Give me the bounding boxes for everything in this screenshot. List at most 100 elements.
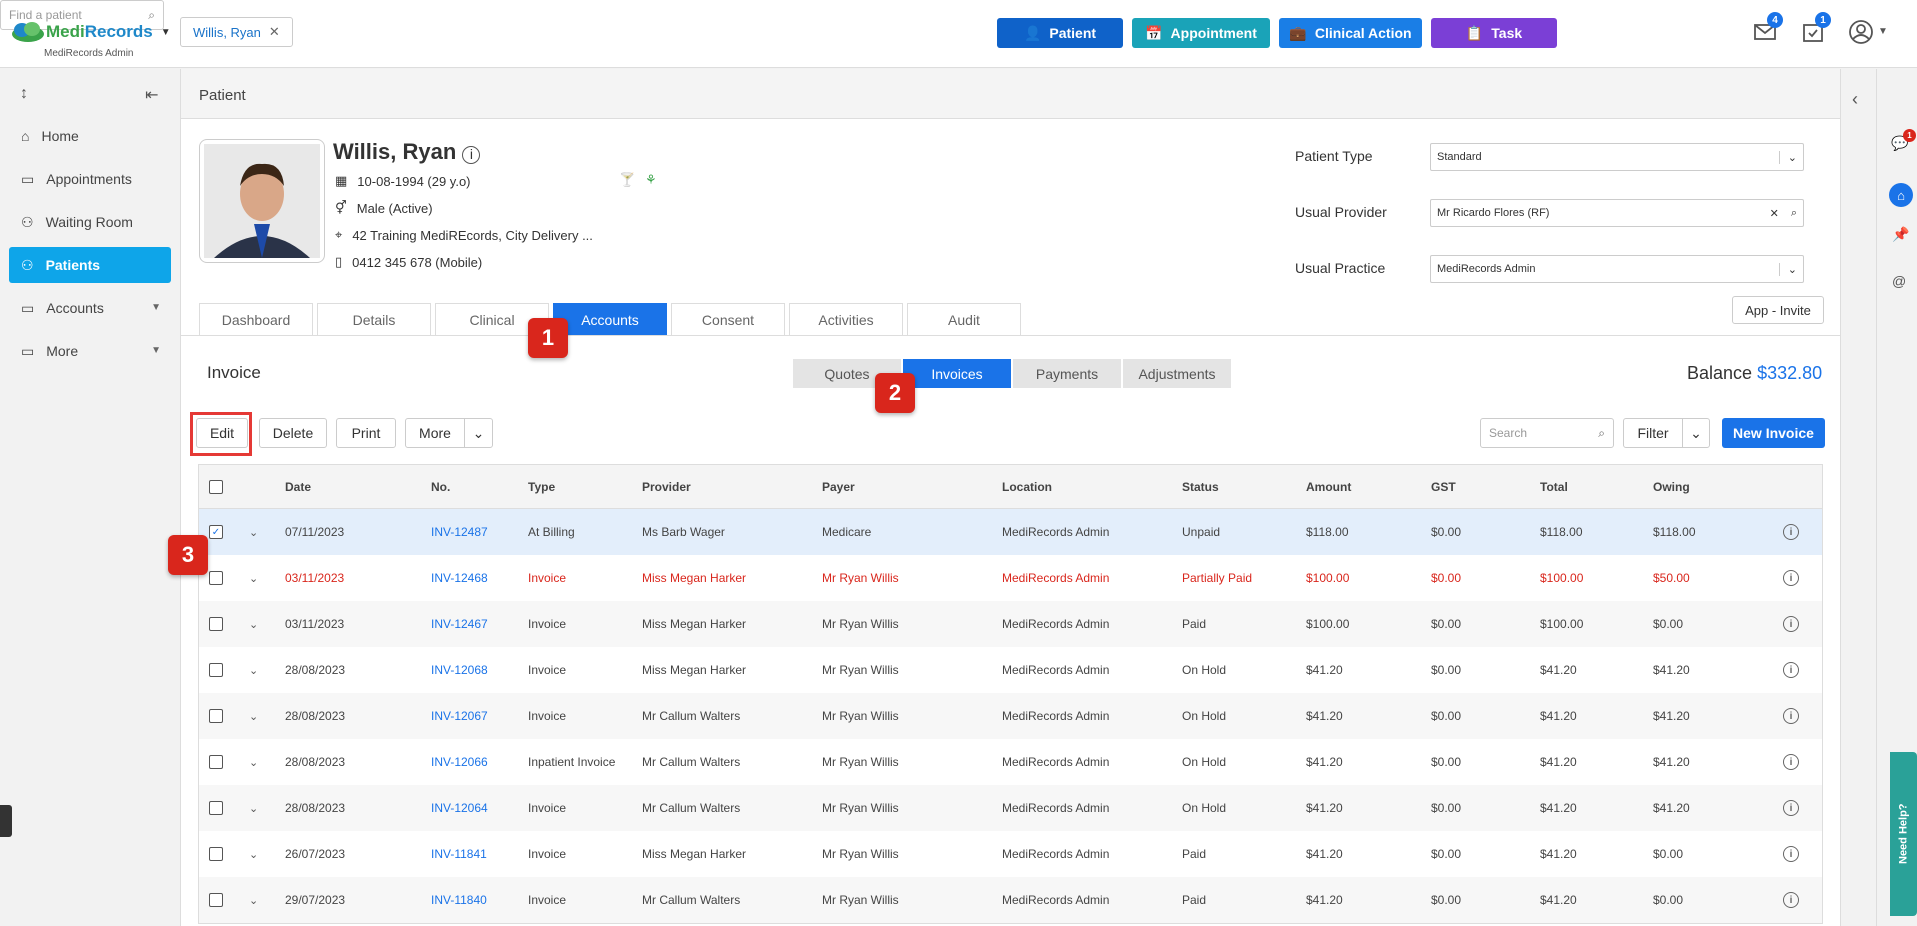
- tab-dashboard[interactable]: Dashboard: [199, 303, 313, 335]
- segment-payments[interactable]: Payments: [1013, 359, 1121, 388]
- row-checkbox[interactable]: [209, 617, 223, 631]
- info-icon[interactable]: i: [1783, 846, 1799, 862]
- cell-number[interactable]: INV-12064: [431, 785, 488, 831]
- row-checkbox[interactable]: [209, 801, 223, 815]
- app-invite-button[interactable]: App - Invite: [1732, 296, 1824, 324]
- info-icon[interactable]: i: [1783, 754, 1799, 770]
- more-button[interactable]: More: [405, 418, 465, 448]
- table-row[interactable]: ⌄ 26/07/2023 INV-11841 Invoice Miss Megan Ha…: [199, 831, 1822, 877]
- table-row[interactable]: ⌄ 28/08/2023 INV-12066 Inpatient Invoice Mr …: [199, 739, 1822, 785]
- col-provider[interactable]: Provider: [642, 465, 691, 508]
- chevron-down-icon[interactable]: ⌄: [1682, 418, 1710, 448]
- col-location[interactable]: Location: [1002, 465, 1052, 508]
- segment-invoices[interactable]: Invoices: [903, 359, 1011, 388]
- chevron-down-icon[interactable]: ⌄: [249, 831, 258, 877]
- table-row[interactable]: ⌄ 29/07/2023 INV-11840 Invoice Mr Callum Wal…: [199, 877, 1822, 923]
- chevron-left-icon[interactable]: ‹: [1852, 89, 1858, 110]
- edit-button[interactable]: Edit: [196, 418, 248, 448]
- info-icon[interactable]: i: [462, 146, 481, 164]
- tab-activities[interactable]: Activities: [789, 303, 903, 335]
- user-menu[interactable]: ▼: [1848, 19, 1888, 48]
- patient-chip[interactable]: Willis, Ryan ✕: [180, 17, 293, 47]
- table-row[interactable]: ⌄ 03/11/2023 INV-12468 Invoice Miss Megan Ha…: [199, 555, 1822, 601]
- row-checkbox[interactable]: ✓: [209, 525, 223, 539]
- col-payer[interactable]: Payer: [822, 465, 855, 508]
- collapse-sidebar-icon[interactable]: ⇤: [145, 85, 158, 105]
- table-row[interactable]: ⌄ 28/08/2023 INV-12068 Invoice Miss Megan Ha…: [199, 647, 1822, 693]
- info-icon[interactable]: i: [1783, 616, 1799, 632]
- table-row[interactable]: ⌄ 03/11/2023 INV-12467 Invoice Miss Megan Ha…: [199, 601, 1822, 647]
- chevron-down-icon[interactable]: ⌄: [249, 647, 258, 693]
- tab-accounts[interactable]: Accounts: [553, 303, 667, 335]
- col-owing[interactable]: Owing: [1653, 465, 1690, 508]
- col-type[interactable]: Type: [528, 465, 555, 508]
- row-checkbox[interactable]: [209, 893, 223, 907]
- col-date[interactable]: Date: [285, 465, 311, 508]
- chevron-down-icon[interactable]: ⌄: [249, 555, 258, 601]
- info-icon[interactable]: i: [1783, 892, 1799, 908]
- info-icon[interactable]: i: [1783, 708, 1799, 724]
- table-row[interactable]: ⌄ 28/08/2023 INV-12067 Invoice Mr Callum Wal…: [199, 693, 1822, 739]
- tab-consent[interactable]: Consent: [671, 303, 785, 335]
- table-row[interactable]: ⌄ 28/08/2023 INV-12064 Invoice Mr Callum Wal…: [199, 785, 1822, 831]
- chevron-down-icon[interactable]: ▼: [161, 27, 171, 38]
- clear-icon[interactable]: ✕: [1770, 207, 1779, 220]
- cell-number[interactable]: INV-11840: [431, 877, 487, 923]
- sidebar-item-home[interactable]: ⌂ Home: [9, 118, 171, 154]
- row-checkbox[interactable]: [209, 709, 223, 723]
- col-total[interactable]: Total: [1540, 465, 1568, 508]
- cell-number[interactable]: INV-12068: [431, 647, 488, 693]
- chevron-down-icon[interactable]: ⌄: [249, 739, 258, 785]
- search-icon[interactable]: ⌕: [1791, 207, 1797, 220]
- row-checkbox[interactable]: [209, 571, 223, 585]
- row-checkbox[interactable]: [209, 663, 223, 677]
- info-icon[interactable]: i: [1783, 662, 1799, 678]
- col-gst[interactable]: GST: [1431, 465, 1456, 508]
- col-no[interactable]: No.: [431, 465, 450, 508]
- chevron-down-icon[interactable]: ⌄: [249, 693, 258, 739]
- row-checkbox[interactable]: [209, 847, 223, 861]
- sidebar-item-patients[interactable]: ⚇ Patients: [9, 247, 171, 283]
- usual-practice-select[interactable]: MediRecords Admin ⌄: [1430, 255, 1804, 283]
- delete-button[interactable]: Delete: [259, 418, 327, 448]
- row-checkbox[interactable]: [209, 755, 223, 769]
- chevron-down-icon[interactable]: ⌄: [249, 785, 258, 831]
- chevron-down-icon[interactable]: ⌄: [249, 509, 258, 555]
- cell-number[interactable]: INV-12066: [431, 739, 488, 785]
- search-input[interactable]: Search ⌕: [1480, 418, 1614, 448]
- sidebar-item-more[interactable]: ▭ More ▼: [9, 333, 171, 369]
- new-clinical-action-button[interactable]: 💼 Clinical Action: [1279, 18, 1422, 48]
- tab-details[interactable]: Details: [317, 303, 431, 335]
- table-row[interactable]: ✓ ⌄ 07/11/2023 INV-12487 At Billing Ms Barb W…: [199, 509, 1822, 555]
- cell-number[interactable]: INV-12067: [431, 693, 488, 739]
- cell-number[interactable]: INV-11841: [431, 831, 487, 877]
- new-invoice-button[interactable]: New Invoice: [1722, 418, 1825, 448]
- new-appointment-button[interactable]: 📅 Appointment: [1132, 18, 1270, 48]
- col-status[interactable]: Status: [1182, 465, 1219, 508]
- info-icon[interactable]: i: [1783, 524, 1799, 540]
- cell-number[interactable]: INV-12487: [431, 509, 488, 555]
- chevron-down-icon[interactable]: ⌄: [464, 418, 493, 448]
- cell-number[interactable]: INV-12468: [431, 555, 488, 601]
- tab-audit[interactable]: Audit: [907, 303, 1021, 335]
- tag-icon[interactable]: ⌂: [1889, 183, 1913, 207]
- at-mention-icon[interactable]: @: [1892, 273, 1906, 289]
- sidebar-item-appointments[interactable]: ▭ Appointments: [9, 161, 171, 197]
- mail-icon[interactable]: 4: [1753, 12, 1783, 46]
- segment-adjustments[interactable]: Adjustments: [1123, 359, 1231, 388]
- cell-number[interactable]: INV-12467: [431, 601, 488, 647]
- app-logo[interactable]: MediRecords ▼: [10, 20, 171, 44]
- new-task-button[interactable]: 📋 Task: [1431, 18, 1557, 48]
- select-all-checkbox[interactable]: [209, 479, 223, 494]
- need-help-tab[interactable]: Need Help?: [1890, 752, 1917, 916]
- info-icon[interactable]: i: [1783, 570, 1799, 586]
- resize-icon[interactable]: ↕: [20, 85, 28, 103]
- usual-provider-field[interactable]: Mr Ricardo Flores (RF) ✕ ⌕: [1430, 199, 1804, 227]
- info-icon[interactable]: i: [1783, 800, 1799, 816]
- col-amount[interactable]: Amount: [1306, 465, 1351, 508]
- sidebar-item-waiting-room[interactable]: ⚇ Waiting Room: [9, 204, 171, 240]
- print-tab[interactable]: [0, 805, 12, 837]
- sidebar-item-accounts[interactable]: ▭ Accounts ▼: [9, 290, 171, 326]
- new-patient-button[interactable]: 👤 Patient: [997, 18, 1123, 48]
- pin-icon[interactable]: 📌: [1892, 226, 1909, 243]
